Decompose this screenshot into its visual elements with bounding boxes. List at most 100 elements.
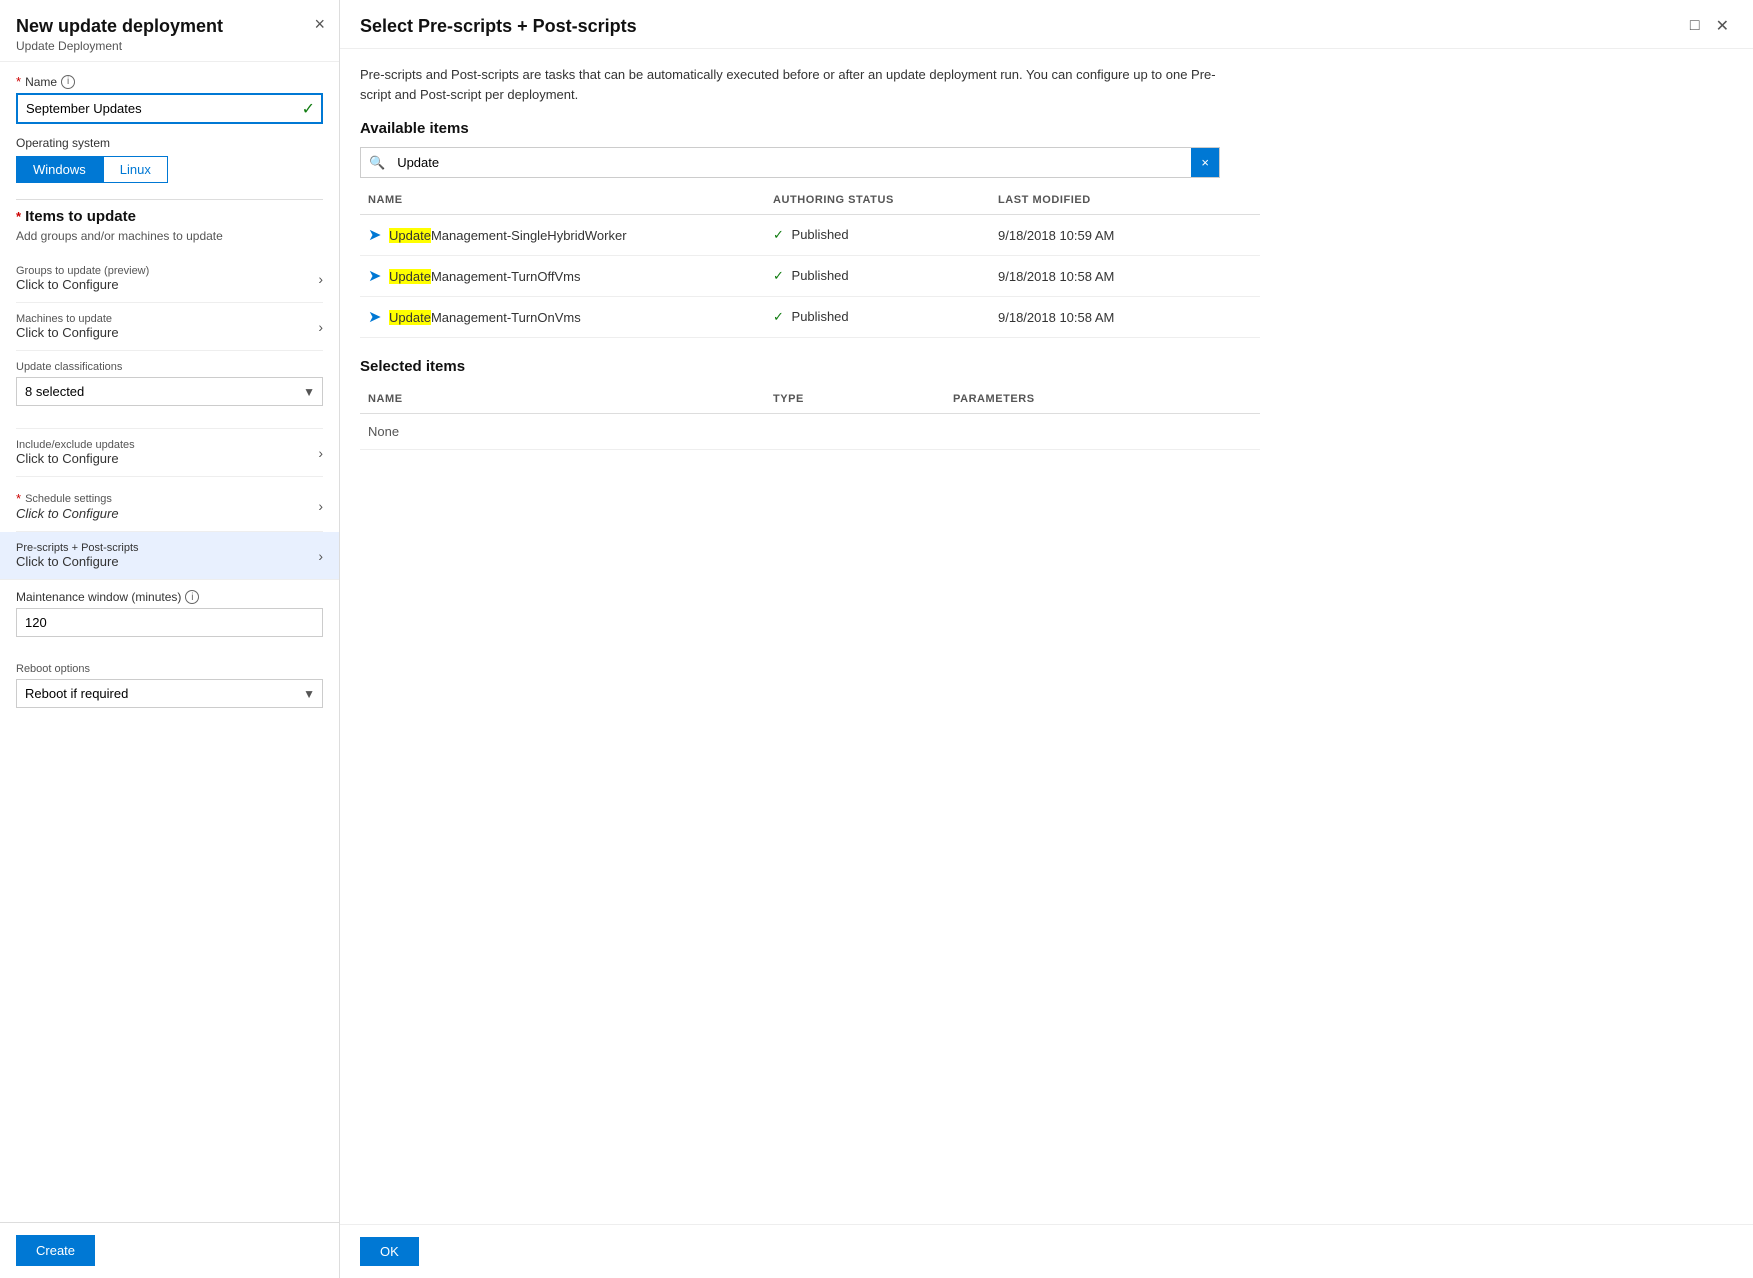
- available-name-header: NAME: [360, 186, 765, 215]
- machines-row-left: Machines to update Click to Configure: [16, 313, 119, 340]
- update-classifications-section: Update classifications 8 selected ▼: [16, 351, 323, 429]
- classifications-dropdown[interactable]: 8 selected: [16, 377, 323, 406]
- schedule-value: Click to Configure: [16, 506, 119, 521]
- machines-to-update-row[interactable]: Machines to update Click to Configure ›: [16, 303, 323, 351]
- published-check-icon: ✓: [773, 309, 784, 324]
- right-footer: OK: [340, 1224, 1753, 1278]
- schedule-chevron-icon: ›: [318, 498, 323, 514]
- clear-search-button[interactable]: ×: [1191, 148, 1219, 177]
- pre-post-value: Click to Configure: [16, 554, 139, 569]
- name-info-icon[interactable]: i: [61, 75, 75, 89]
- os-label: Operating system: [16, 136, 323, 150]
- schedule-label: Schedule settings: [25, 493, 112, 505]
- close-right-button[interactable]: ✕: [1712, 14, 1733, 38]
- available-items-heading: Available items: [360, 120, 1733, 137]
- items-subtitle: Add groups and/or machines to update: [16, 229, 323, 243]
- include-exclude-row[interactable]: Include/exclude updates Click to Configu…: [16, 429, 323, 477]
- close-button[interactable]: ×: [314, 14, 325, 35]
- available-table-container: NAME AUTHORING STATUS LAST MODIFIED ➤ Up…: [360, 186, 1260, 338]
- create-button[interactable]: Create: [16, 1235, 95, 1266]
- selected-table-container: NAME TYPE PARAMETERS None: [360, 385, 1260, 450]
- selected-none-text: None: [360, 414, 1260, 450]
- selected-type-header: TYPE: [765, 385, 945, 414]
- available-row-modified: 9/18/2018 10:58 AM: [990, 256, 1260, 297]
- os-buttons: Windows Linux: [16, 156, 323, 183]
- available-table-body: ➤ UpdateManagement-SingleHybridWorker ✓ …: [360, 215, 1260, 338]
- script-icon: ➤: [368, 268, 381, 285]
- pre-post-scripts-row[interactable]: Pre-scripts + Post-scripts Click to Conf…: [0, 532, 339, 580]
- selected-items-heading: Selected items: [360, 358, 1733, 375]
- schedule-left: * Schedule settings Click to Configure: [16, 491, 119, 521]
- left-footer: Create: [0, 1222, 339, 1278]
- published-text: Published: [792, 268, 849, 283]
- machines-chevron-icon: ›: [318, 319, 323, 335]
- ok-button[interactable]: OK: [360, 1237, 419, 1266]
- maximize-button[interactable]: □: [1686, 14, 1704, 38]
- available-row-name: ➤ UpdateManagement-TurnOnVms: [360, 297, 765, 338]
- selected-items-table: NAME TYPE PARAMETERS None: [360, 385, 1260, 450]
- name-input-wrapper: ✓: [16, 93, 323, 124]
- published-check-icon: ✓: [773, 227, 784, 242]
- search-input[interactable]: [393, 148, 1191, 177]
- reboot-section: Reboot options Reboot if required ▼: [16, 659, 323, 732]
- panel-subtitle: Update Deployment: [16, 39, 323, 53]
- published-check-icon: ✓: [773, 268, 784, 283]
- include-exclude-value: Click to Configure: [16, 451, 135, 466]
- available-modified-header: LAST MODIFIED: [990, 186, 1260, 215]
- machines-row-label: Machines to update: [16, 313, 119, 325]
- right-body: Pre-scripts and Post-scripts are tasks t…: [340, 49, 1753, 1224]
- os-linux-button[interactable]: Linux: [103, 156, 168, 183]
- items-to-update-title: * Items to update: [16, 208, 323, 225]
- available-items-table: NAME AUTHORING STATUS LAST MODIFIED ➤ Up…: [360, 186, 1260, 338]
- groups-chevron-icon: ›: [318, 271, 323, 287]
- right-panel-title: Select Pre-scripts + Post-scripts: [360, 16, 637, 37]
- maintenance-section: Maintenance window (minutes) i: [16, 580, 323, 659]
- left-header: New update deployment Update Deployment …: [0, 0, 339, 62]
- maintenance-label: Maintenance window (minutes) i: [16, 590, 323, 604]
- available-row-status: ✓ Published: [765, 297, 990, 338]
- classifications-label: Update classifications: [16, 361, 323, 373]
- groups-row-label: Groups to update (preview): [16, 265, 149, 277]
- available-row-status: ✓ Published: [765, 256, 990, 297]
- classifications-select-wrapper: 8 selected ▼: [16, 377, 323, 406]
- available-row-name: ➤ UpdateManagement-SingleHybridWorker: [360, 215, 765, 256]
- name-highlight: Update: [389, 228, 431, 243]
- groups-to-update-row[interactable]: Groups to update (preview) Click to Conf…: [16, 255, 323, 303]
- name-input[interactable]: [16, 93, 323, 124]
- name-field-label: * Name i: [16, 74, 323, 89]
- machines-row-value: Click to Configure: [16, 325, 119, 340]
- reboot-dropdown[interactable]: Reboot if required: [16, 679, 323, 708]
- available-table-header: NAME AUTHORING STATUS LAST MODIFIED: [360, 186, 1260, 215]
- maintenance-input[interactable]: [16, 608, 323, 637]
- maintenance-label-text: Maintenance window (minutes): [16, 590, 181, 604]
- published-text: Published: [792, 309, 849, 324]
- selected-table-header: NAME TYPE PARAMETERS: [360, 385, 1260, 414]
- name-suffix: Management-TurnOffVms: [431, 269, 581, 284]
- required-star: *: [16, 74, 21, 89]
- available-row-status: ✓ Published: [765, 215, 990, 256]
- maintenance-info-icon[interactable]: i: [185, 590, 199, 604]
- reboot-label: Reboot options: [16, 663, 323, 675]
- selected-table-body: None: [360, 414, 1260, 450]
- available-row-modified: 9/18/2018 10:59 AM: [990, 215, 1260, 256]
- available-row-modified: 9/18/2018 10:58 AM: [990, 297, 1260, 338]
- selected-params-header: PARAMETERS: [945, 385, 1260, 414]
- available-table-row[interactable]: ➤ UpdateManagement-SingleHybridWorker ✓ …: [360, 215, 1260, 256]
- available-table-row[interactable]: ➤ UpdateManagement-TurnOffVms ✓ Publishe…: [360, 256, 1260, 297]
- left-body: * Name i ✓ Operating system Windows Linu…: [0, 62, 339, 1222]
- schedule-settings-row[interactable]: * Schedule settings Click to Configure ›: [16, 481, 323, 532]
- os-windows-button[interactable]: Windows: [16, 156, 103, 183]
- name-highlight: Update: [389, 310, 431, 325]
- right-panel: Select Pre-scripts + Post-scripts □ ✕ Pr…: [340, 0, 1753, 1278]
- pre-post-left: Pre-scripts + Post-scripts Click to Conf…: [16, 542, 139, 569]
- available-authoring-header: AUTHORING STATUS: [765, 186, 990, 215]
- name-check-icon: ✓: [302, 99, 315, 119]
- name-suffix: Management-TurnOnVms: [431, 310, 581, 325]
- available-table-row[interactable]: ➤ UpdateManagement-TurnOnVms ✓ Published…: [360, 297, 1260, 338]
- reboot-select-wrapper: Reboot if required ▼: [16, 679, 323, 708]
- name-suffix: Management-SingleHybridWorker: [431, 228, 627, 243]
- schedule-required-star: *: [16, 491, 21, 506]
- script-icon: ➤: [368, 309, 381, 326]
- include-exclude-label: Include/exclude updates: [16, 439, 135, 451]
- search-icon: 🔍: [361, 155, 393, 171]
